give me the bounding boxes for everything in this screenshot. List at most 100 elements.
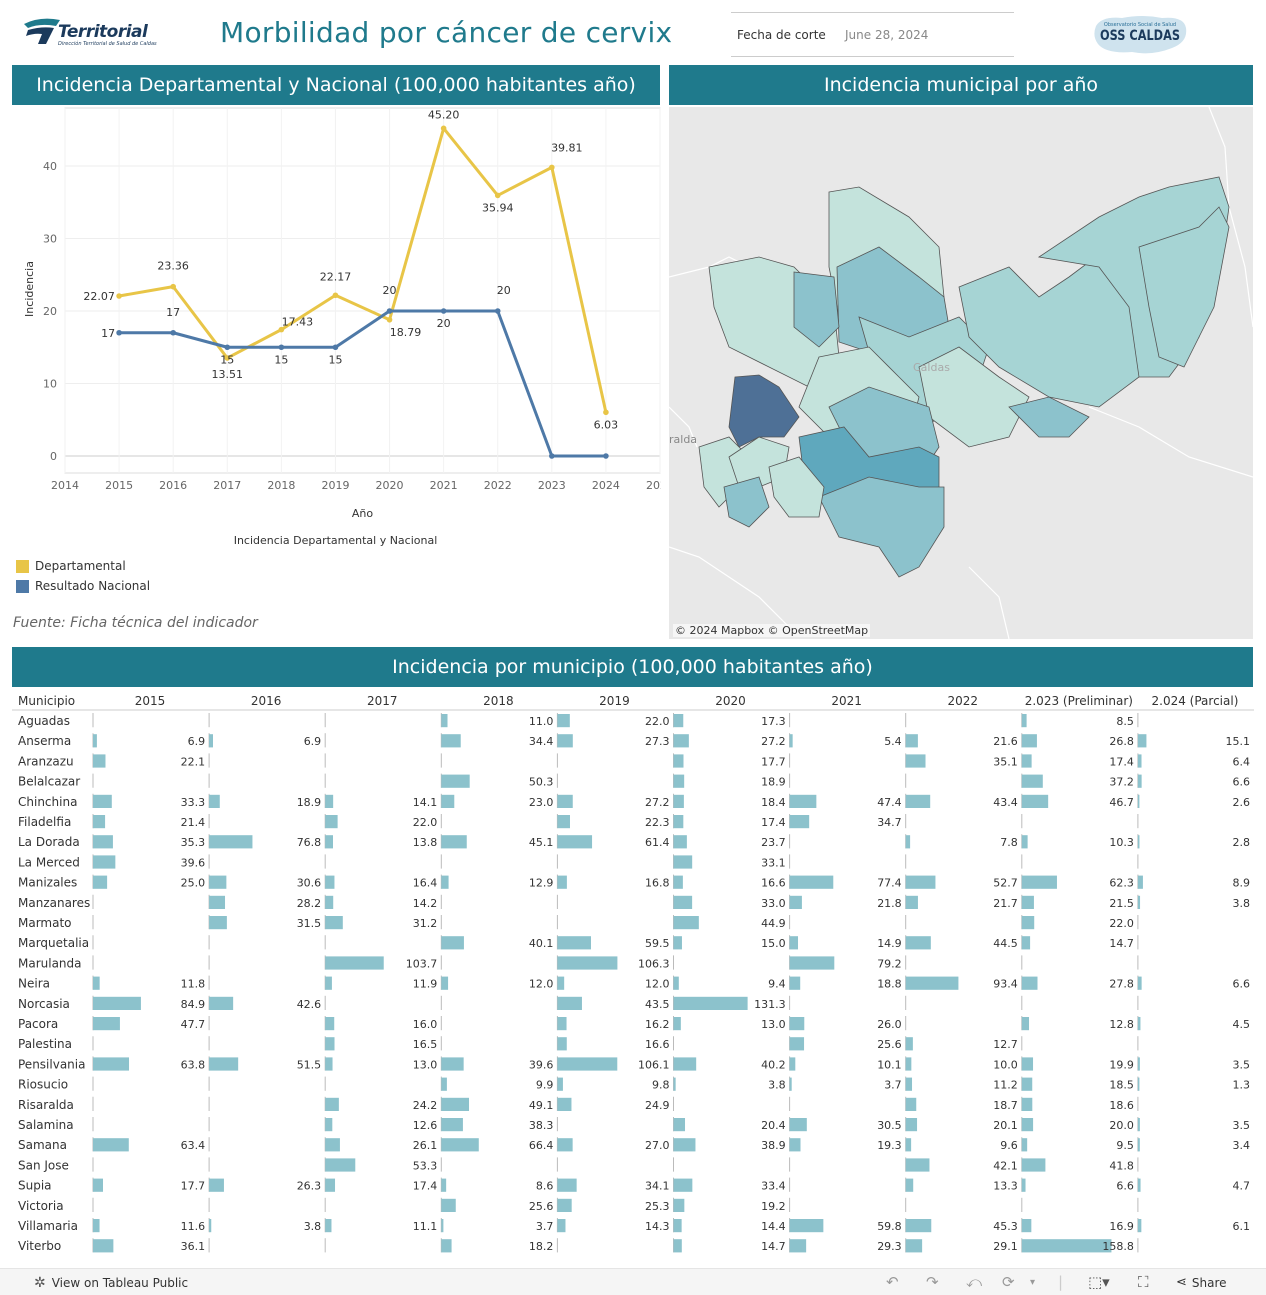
table-bar[interactable] [557,1017,567,1031]
table-col-header[interactable]: 2017 [367,694,398,708]
table-bar[interactable] [1021,1239,1112,1253]
table-bar[interactable] [209,1178,224,1192]
table-bar[interactable] [673,714,684,728]
table-bar[interactable] [557,794,573,808]
table-bar[interactable] [441,774,470,788]
table-bar[interactable] [673,754,684,768]
table-bar[interactable] [789,976,801,990]
table-bar[interactable] [1021,774,1043,788]
table-bar[interactable] [325,815,338,829]
table-bar[interactable] [789,815,810,829]
table-bar[interactable] [905,936,931,950]
table-bar[interactable] [1137,1138,1140,1152]
table-bar[interactable] [1021,936,1031,950]
table-bar[interactable] [673,996,748,1010]
table-bar[interactable] [557,1037,567,1051]
table-bar[interactable] [673,1118,686,1132]
data-point[interactable] [116,293,122,299]
table-bar[interactable] [789,1057,796,1071]
table-bar[interactable] [1137,976,1142,990]
table-bar[interactable] [673,895,693,909]
table-bar[interactable] [209,835,253,849]
table-bar[interactable] [789,936,799,950]
table-bar[interactable] [557,1198,572,1212]
table-bar[interactable] [1021,1158,1046,1172]
table-bar[interactable] [1021,1118,1034,1132]
table-bar[interactable] [905,1077,913,1091]
table-bar[interactable] [1021,754,1032,768]
table-bar[interactable] [93,835,113,849]
table-bar[interactable] [557,956,618,970]
table-bar[interactable] [557,835,593,849]
table-bar[interactable] [673,1178,693,1192]
table-bar[interactable] [1021,895,1034,909]
table-bar[interactable] [1137,734,1147,748]
table-col-header[interactable]: 2.023 (Preliminar) [1025,694,1133,708]
table-bar[interactable] [93,815,106,829]
table-bar[interactable] [325,1017,335,1031]
table-bar[interactable] [325,794,334,808]
table-col-header[interactable]: 2016 [251,694,282,708]
table-bar[interactable] [905,1118,918,1132]
table-bar[interactable] [209,916,227,930]
data-point[interactable] [494,192,501,199]
data-point[interactable] [332,292,339,299]
table-bar[interactable] [673,1198,685,1212]
table-bar[interactable] [905,1178,914,1192]
legend-item-nacional[interactable]: Resultado Nacional [16,576,150,596]
table-bar[interactable] [673,774,685,788]
table-bar[interactable] [441,1057,464,1071]
data-point[interactable] [440,125,447,132]
table-bar[interactable] [93,855,116,869]
table-col-header[interactable]: 2019 [599,694,630,708]
data-point[interactable] [170,283,176,290]
table-bar[interactable] [441,1138,479,1152]
table-bar[interactable] [1137,754,1142,768]
table-bar[interactable] [325,1178,336,1192]
table-col-header[interactable]: 2015 [135,694,166,708]
table-bar[interactable] [325,976,332,990]
table-bar[interactable] [1021,875,1057,889]
table-bar[interactable] [93,976,100,990]
table-bar[interactable] [1021,1138,1028,1152]
table-bar[interactable] [93,875,108,889]
table-bar[interactable] [1137,794,1140,808]
table-bar[interactable] [673,815,684,829]
undo-icon[interactable]: ↶ [886,1273,899,1291]
table-bar[interactable] [93,1239,114,1253]
chevron-down-icon[interactable]: ▾ [1030,1277,1035,1288]
table-bar[interactable] [673,855,693,869]
table-bar[interactable] [93,996,141,1010]
map-attribution-osm[interactable]: © OpenStreetMap [768,624,869,637]
table-bar[interactable] [1137,1118,1140,1132]
table-bar[interactable] [325,1158,356,1172]
share-button[interactable]: ⋖ Share [1176,1275,1227,1290]
table-bar[interactable] [1021,714,1027,728]
table-bar[interactable] [673,936,682,950]
table-bar[interactable] [905,1097,917,1111]
data-point[interactable] [278,344,285,351]
view-on-tableau-link[interactable]: ✲ View on Tableau Public [34,1275,188,1291]
data-point[interactable] [549,164,555,171]
table-bar[interactable] [93,1057,130,1071]
table-bar[interactable] [789,1118,807,1132]
data-point[interactable] [332,344,339,351]
table-col-header[interactable]: 2018 [483,694,514,708]
table-bar[interactable] [557,815,570,829]
table-bar[interactable] [325,956,384,970]
table-bar[interactable] [441,976,449,990]
data-point[interactable] [603,409,609,416]
table-bar[interactable] [1137,1178,1141,1192]
table-bar[interactable] [441,1118,463,1132]
municipio-table[interactable]: Municipio 2015 2016 2017 2018 2019 2020 2021 202… [12,688,1254,1256]
table-bar[interactable] [905,835,911,849]
table-bar[interactable] [1021,1219,1032,1233]
table-bar[interactable] [441,835,467,849]
table-bar[interactable] [673,794,684,808]
map-canvas[interactable] [669,107,1253,639]
table-bar[interactable] [673,976,679,990]
table-bar[interactable] [673,1017,681,1031]
data-point[interactable] [386,316,393,323]
table-bar[interactable] [905,1219,932,1233]
table-bar[interactable] [673,835,687,849]
